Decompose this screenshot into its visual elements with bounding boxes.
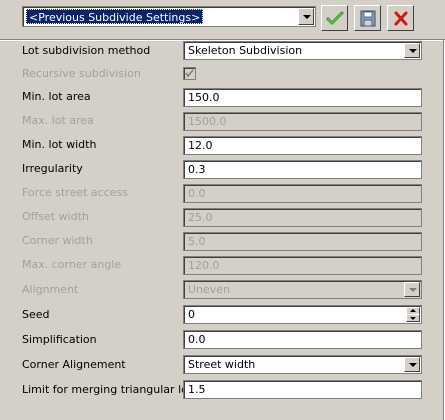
merge-triangular-lots-label: Limit for merging triangular lots [22, 383, 198, 396]
force-street-access-input[interactable]: 0.0 [183, 184, 422, 203]
offset-width-label: Offset width [22, 210, 89, 223]
seed-label: Seed [22, 308, 50, 321]
max-corner-angle-label: Max. corner angle [22, 258, 122, 271]
preset-selected-value: <Previous Subdivide Settings> [26, 9, 204, 24]
apply-button[interactable] [321, 5, 348, 31]
seed-value: 0 [188, 308, 195, 321]
arrow-down-icon [410, 317, 416, 320]
chevron-down-icon [409, 49, 417, 53]
seed-input[interactable]: 0 [183, 305, 422, 324]
chevron-down-icon [303, 15, 311, 19]
alignment-label: Alignment [22, 283, 79, 296]
recursive-subdivision-checkbox[interactable] [183, 67, 196, 80]
irregularity-label: Irregularity [22, 162, 83, 175]
preset-dropdown-button[interactable] [298, 8, 314, 25]
max-lot-area-label: Max. lot area [22, 114, 94, 127]
preset-dropdown[interactable]: <Previous Subdivide Settings> [22, 6, 316, 27]
save-button[interactable] [354, 5, 381, 31]
min-lot-width-label: Min. lot width [22, 138, 97, 151]
lot-subdivision-method-value: Skeleton Subdivision [188, 44, 303, 57]
lot-subdivision-method-dropdown-button[interactable] [404, 43, 420, 58]
alignment-dropdown[interactable]: Uneven [183, 280, 422, 299]
min-lot-width-input[interactable]: 12.0 [183, 136, 422, 155]
chevron-down-icon [409, 288, 417, 292]
irregularity-input[interactable]: 0.3 [183, 160, 422, 179]
seed-spinner[interactable] [406, 307, 420, 322]
delete-button[interactable] [387, 5, 414, 31]
corner-width-label: Corner width [22, 234, 93, 247]
min-lot-area-input[interactable]: 150.0 [183, 88, 422, 107]
force-street-access-label: Force street access [22, 186, 128, 199]
checkmark-icon [185, 69, 194, 78]
corner-alignment-label: Corner Alignement [22, 358, 126, 371]
offset-width-input[interactable]: 25.0 [183, 208, 422, 227]
alignment-dropdown-button[interactable] [404, 282, 420, 297]
lot-subdivision-method-dropdown[interactable]: Skeleton Subdivision [183, 41, 422, 60]
corner-alignment-value: Street width [188, 358, 256, 371]
green-check-icon [326, 11, 344, 25]
red-x-icon [394, 11, 408, 26]
max-lot-area-input[interactable]: 1500.0 [183, 112, 422, 131]
max-corner-angle-input[interactable]: 120.0 [183, 256, 422, 275]
floppy-disk-icon [360, 10, 376, 27]
merge-triangular-lots-input[interactable]: 1.5 [183, 380, 422, 399]
lot-subdivision-method-label: Lot subdivision method [22, 44, 151, 57]
corner-alignment-dropdown[interactable]: Street width [183, 355, 422, 374]
recursive-subdivision-label: Recursive subdivision [22, 67, 141, 80]
corner-alignment-dropdown-button[interactable] [404, 357, 420, 372]
simplification-label: Simplification [22, 333, 97, 346]
alignment-value: Uneven [188, 283, 231, 296]
corner-width-input[interactable]: 5.0 [183, 232, 422, 251]
simplification-input[interactable]: 0.0 [183, 330, 422, 349]
arrow-up-icon [410, 309, 416, 312]
seed-decrement-button[interactable] [406, 314, 420, 322]
min-lot-area-label: Min. lot area [22, 90, 91, 103]
chevron-down-icon [409, 363, 417, 367]
